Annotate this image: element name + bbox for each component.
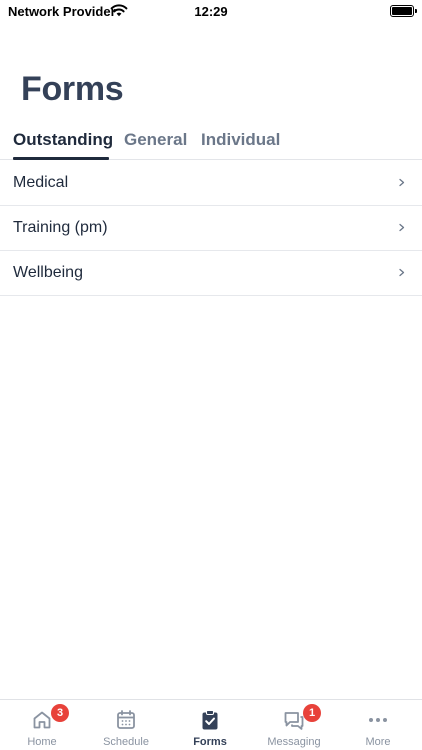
bottom-tab-bar: 3 Home Schedule Forms 1 Messaging More — [0, 699, 422, 750]
tabbar-item-more[interactable]: More — [336, 700, 420, 750]
more-icon — [369, 718, 387, 722]
calendar-icon — [117, 710, 135, 729]
form-item-training[interactable]: Training (pm) — [0, 206, 422, 251]
tabbar-item-forms[interactable]: Forms — [168, 700, 252, 750]
tabbar-item-home[interactable]: 3 Home — [0, 700, 84, 750]
tabbar-label: Messaging — [267, 736, 321, 748]
clipboard-check-icon — [202, 710, 218, 730]
home-icon — [33, 711, 51, 729]
chevron-right-icon — [399, 178, 405, 187]
forms-list: Medical Training (pm) Wellbeing — [0, 161, 422, 296]
tabbar-label: Schedule — [103, 736, 149, 748]
chevron-right-icon — [399, 268, 405, 277]
form-item-label: Wellbeing — [13, 264, 83, 281]
chat-icon — [284, 712, 304, 730]
tab-individual[interactable]: Individual — [201, 130, 280, 150]
tabbar-label: Forms — [193, 736, 227, 748]
messaging-badge: 1 — [303, 704, 321, 722]
page-title: Forms — [21, 70, 124, 108]
tabbar-label: More — [365, 736, 391, 748]
chevron-right-icon — [399, 223, 405, 232]
form-item-label: Training (pm) — [13, 219, 108, 236]
forms-tabs: Outstanding General Individual — [0, 126, 422, 160]
form-item-label: Medical — [13, 174, 69, 191]
tabbar-item-schedule[interactable]: Schedule — [84, 700, 168, 750]
home-badge: 3 — [51, 704, 69, 722]
form-item-wellbeing[interactable]: Wellbeing — [0, 251, 422, 296]
status-bar: Network Provider 12:29 — [0, 0, 422, 24]
tab-outstanding[interactable]: Outstanding — [13, 130, 113, 150]
tabbar-label: Home — [27, 736, 57, 748]
clock: 12:29 — [194, 4, 228, 19]
battery-icon — [390, 5, 417, 17]
tabbar-item-messaging[interactable]: 1 Messaging — [252, 700, 336, 750]
active-tab-indicator — [13, 157, 109, 160]
form-item-medical[interactable]: Medical — [0, 161, 422, 206]
tab-general[interactable]: General — [124, 130, 187, 150]
